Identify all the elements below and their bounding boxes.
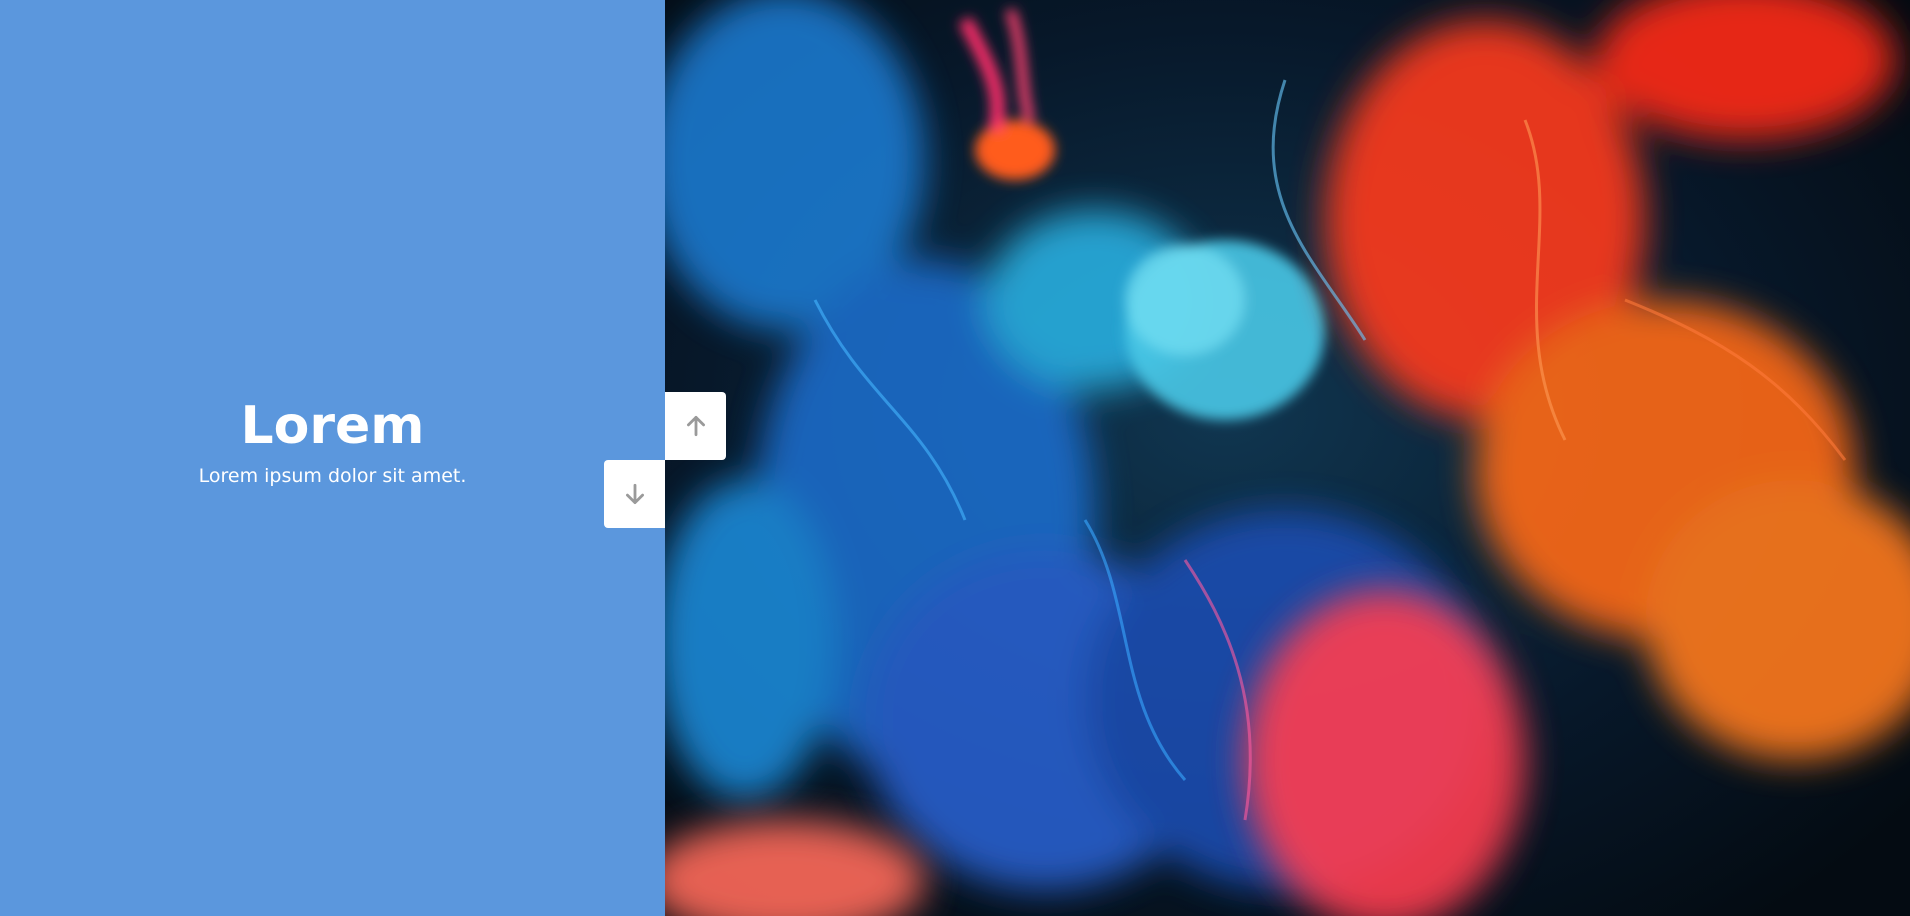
ink-abstract-image (665, 0, 1910, 916)
slide-up-button[interactable] (665, 392, 726, 460)
left-text-slide: Lorem Lorem ipsum dolor sit amet. (0, 0, 665, 916)
slide-title: Lorem (240, 396, 425, 456)
arrow-down-icon (625, 483, 644, 505)
arrow-up-icon (686, 415, 705, 437)
slide-subtitle: Lorem ipsum dolor sit amet. (198, 465, 467, 488)
vertical-split-slider: Lorem Lorem ipsum dolor sit amet. (0, 0, 1910, 916)
slide-down-button[interactable] (604, 460, 665, 528)
right-image-slide (665, 0, 1910, 916)
